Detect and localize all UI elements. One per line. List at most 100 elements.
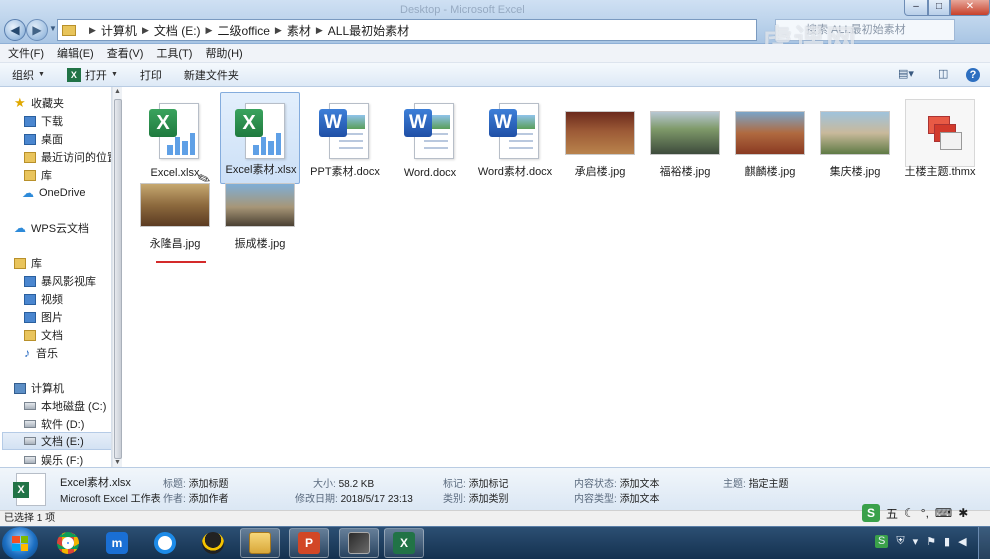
details-category[interactable]: 类别: 添加类别 (443, 490, 509, 505)
moon-icon[interactable]: ☾ (904, 506, 915, 520)
nav-videos[interactable]: 视频 (24, 290, 111, 308)
nav-wps-cloud[interactable]: ☁ WPS云文档 (14, 219, 111, 237)
nav-music[interactable]: ♪ 音乐 (24, 344, 111, 362)
menu-tools[interactable]: 工具(T) (156, 45, 192, 61)
scroll-up-icon[interactable]: ▲ (114, 88, 121, 95)
breadcrumb-office[interactable]: 二级office (217, 22, 269, 39)
nav-downloads[interactable]: 下载 (24, 112, 111, 130)
breadcrumb-current[interactable]: ALL最初始素材 (328, 22, 409, 39)
flag-icon[interactable]: ⚑ (926, 535, 936, 548)
nav-label: 计算机 (31, 383, 64, 395)
nav-computer[interactable]: 计算机 (14, 379, 111, 397)
organize-button[interactable]: 组织 ▼ (12, 67, 45, 83)
explorer-icon[interactable] (240, 528, 280, 558)
nav-favorites[interactable]: ★ 收藏夹 (14, 94, 111, 112)
address-bar[interactable]: ▶ 计算机 ▶ 文档 (E:) ▶ 二级office ▶ 素材 ▶ ALL最初始… (57, 19, 757, 41)
powerpoint-icon[interactable]: P (289, 528, 329, 558)
menu-file[interactable]: 文件(F) (8, 45, 44, 61)
chrome-icon[interactable] (48, 528, 88, 558)
nav-drive-f[interactable]: 娱乐 (F:) (24, 451, 111, 467)
preview-pane-icon[interactable]: ◫ (938, 67, 948, 80)
shield-icon[interactable]: ⛨ (896, 535, 904, 548)
show-desktop-button[interactable] (978, 527, 990, 559)
file-item[interactable]: 振成楼.jpg (220, 165, 300, 257)
help-icon[interactable]: ? (966, 68, 980, 82)
field-key: 作者: (163, 494, 186, 505)
file-item[interactable]: W PPT素材.docx (305, 93, 385, 185)
file-item[interactable]: W Word素材.docx (475, 93, 555, 185)
keyboard-icon[interactable]: ⌨ (935, 506, 952, 520)
details-content-status[interactable]: 内容状态: 添加文本 (574, 475, 660, 490)
forward-button[interactable]: ▶ (26, 19, 48, 41)
breadcrumb-drive-e[interactable]: 文档 (E:) (154, 22, 201, 39)
menu-view[interactable]: 查看(V) (107, 45, 144, 61)
chevron-down-icon[interactable]: ▾ (913, 535, 919, 548)
qq-icon[interactable] (193, 528, 233, 558)
sogou-ime-icon[interactable]: S (862, 504, 880, 522)
nav-drive-c[interactable]: 本地磁盘 (C:) (24, 397, 111, 415)
field-key: 标记: (443, 479, 466, 490)
excel-icon[interactable]: X (384, 528, 424, 558)
chevron-right-icon[interactable]: ▶ (206, 25, 213, 36)
nav-label: 文档 (41, 330, 63, 342)
scrollbar-thumb[interactable] (114, 99, 122, 459)
new-folder-button[interactable]: 新建文件夹 (184, 67, 239, 83)
menu-bar: 文件(F) 编辑(E) 查看(V) 工具(T) 帮助(H) (0, 44, 990, 63)
nav-scrollbar[interactable]: ▲ ▼ (112, 87, 122, 467)
breadcrumb-computer[interactable]: 计算机 (101, 22, 137, 39)
volume-icon[interactable]: ◀ (958, 535, 966, 548)
details-tags[interactable]: 标记: 添加标记 (443, 475, 509, 490)
nav-label: 图片 (41, 312, 63, 324)
menu-help[interactable]: 帮助(H) (205, 45, 242, 61)
details-content-type[interactable]: 内容类型: 添加文本 (574, 490, 660, 505)
details-subject[interactable]: 主题: 指定主题 (723, 475, 789, 490)
file-item[interactable]: 集庆楼.jpg (815, 93, 895, 185)
scroll-down-icon[interactable]: ▼ (114, 459, 121, 466)
view-options-icon[interactable]: ▤▾ (898, 67, 914, 80)
sync-icon[interactable] (145, 528, 185, 558)
file-item[interactable]: 福裕楼.jpg (645, 93, 725, 185)
taskbar: m P X S ⛨ ▾ ⚑ ▮ ◀ (0, 526, 990, 559)
wrench-icon[interactable]: ✱ (958, 506, 968, 520)
nav-drive-e[interactable]: 文档 (E:) (2, 432, 111, 450)
file-item[interactable]: W Word.docx (390, 93, 470, 185)
nav-libraries[interactable]: 库 (14, 254, 111, 272)
breadcrumb-sucai[interactable]: 素材 (287, 22, 311, 39)
nav-baofeng[interactable]: 暴风影视库 (24, 272, 111, 290)
file-name: 永隆昌.jpg (149, 238, 201, 250)
chevron-right-icon[interactable]: ▶ (316, 25, 323, 36)
nav-recent[interactable]: 最近访问的位置 (24, 148, 111, 166)
system-tray: S ⛨ ▾ ⚑ ▮ ◀ (875, 535, 967, 548)
recent-pages-dropdown-icon[interactable]: ▼ (49, 24, 57, 33)
menu-edit[interactable]: 编辑(E) (57, 45, 94, 61)
chevron-right-icon[interactable]: ▶ (275, 25, 282, 36)
nav-label: WPS云文档 (31, 223, 90, 235)
maxthon-icon[interactable]: m (97, 528, 137, 558)
nav-documents[interactable]: 文档 (24, 326, 111, 344)
file-item[interactable]: 土楼主题.thmx (900, 93, 980, 185)
file-item[interactable]: 麒麟楼.jpg (730, 93, 810, 185)
details-title[interactable]: 标题: 添加标题 (163, 475, 229, 490)
back-button[interactable]: ◀ (4, 19, 26, 41)
nav-pictures[interactable]: 图片 (24, 308, 111, 326)
nav-library-fav[interactable]: 库 (24, 166, 111, 184)
media-icon[interactable] (339, 528, 379, 558)
nav-label: OneDrive (39, 187, 86, 199)
close-button[interactable]: ✕ (950, 0, 990, 16)
open-button[interactable]: X 打开 ▼ (66, 67, 118, 83)
chevron-right-icon[interactable]: ▶ (89, 25, 96, 36)
nav-desktop[interactable]: 桌面 (24, 130, 111, 148)
minimize-button[interactable]: – (904, 0, 928, 16)
chevron-right-icon[interactable]: ▶ (142, 25, 149, 36)
nav-drive-d[interactable]: 软件 (D:) (24, 415, 111, 433)
maximize-button[interactable]: □ (928, 0, 950, 16)
network-icon[interactable]: ▮ (944, 535, 950, 548)
punctuation-icon[interactable]: °, (921, 506, 929, 520)
sogou-tray-icon[interactable]: S (875, 535, 889, 548)
file-item[interactable]: 承启楼.jpg (560, 93, 640, 185)
start-button[interactable] (2, 527, 38, 559)
nav-onedrive[interactable]: ☁ OneDrive (22, 184, 111, 202)
print-button[interactable]: 打印 (140, 67, 162, 83)
details-author[interactable]: 作者: 添加作者 (163, 490, 229, 505)
ime-mode-icon[interactable]: 五 (886, 505, 898, 522)
